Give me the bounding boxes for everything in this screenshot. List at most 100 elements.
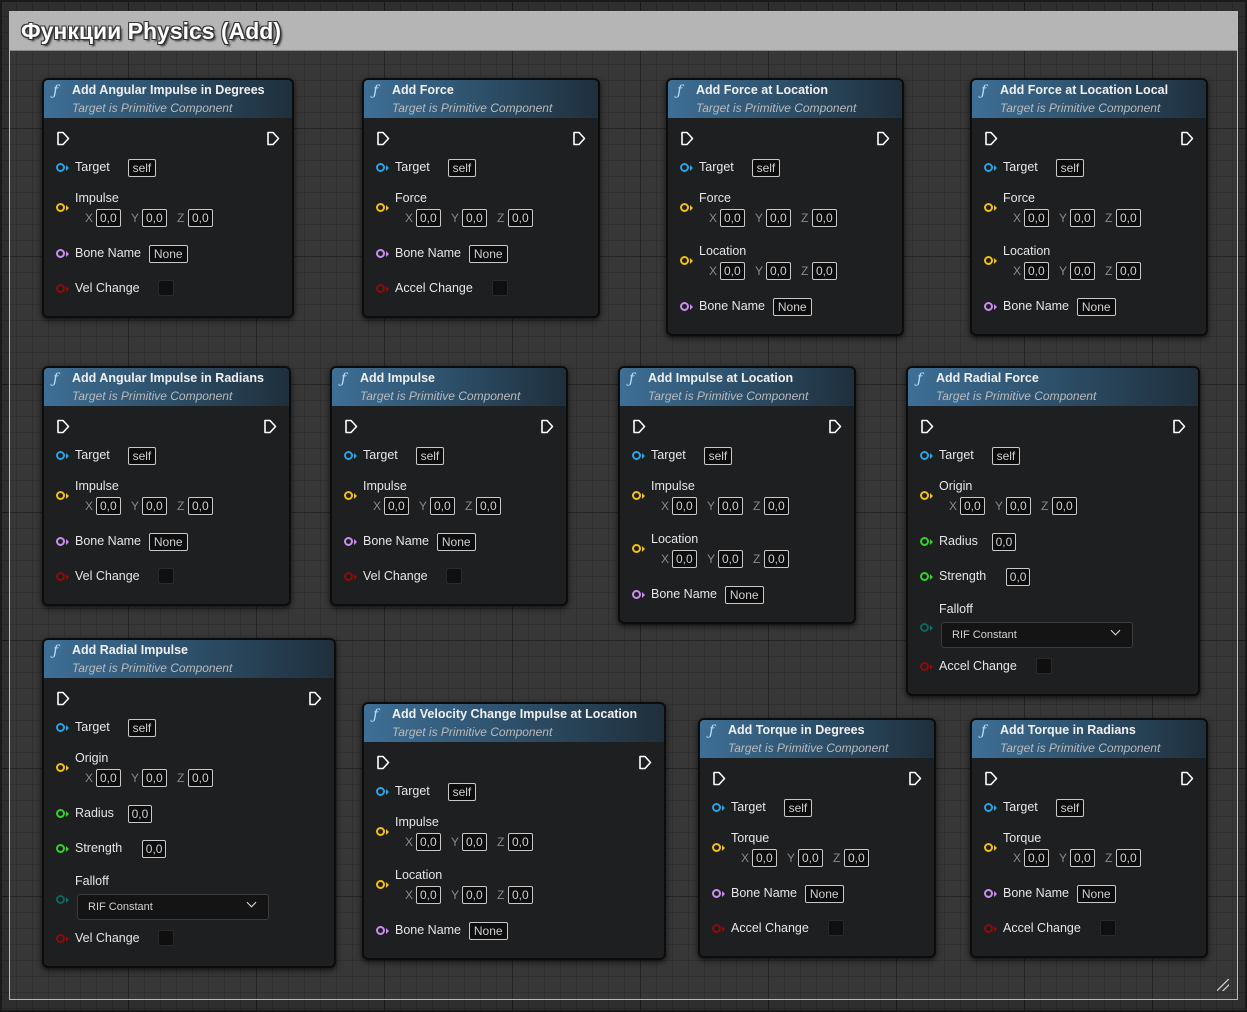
exec-in-pin[interactable]	[632, 419, 646, 434]
resize-grip-icon[interactable]	[1217, 979, 1229, 991]
exec-in-pin[interactable]	[376, 755, 390, 770]
vector-x-field[interactable]: 0,0	[672, 550, 697, 568]
vector-pin-icon[interactable]	[632, 544, 641, 553]
target-field[interactable]: self	[703, 447, 733, 465]
function-node[interactable]: ƒ Add Radial Impulse Target is Primitive C…	[42, 638, 336, 968]
vector-y-field[interactable]: 0,0	[798, 849, 823, 867]
checkbox[interactable]	[1036, 658, 1053, 674]
name-pin-icon[interactable]	[984, 302, 993, 311]
float-field[interactable]: 0,0	[1005, 568, 1031, 586]
vector-pin-icon[interactable]	[56, 203, 65, 212]
vector-x-field[interactable]: 0,0	[384, 497, 409, 515]
vector-z-field[interactable]: 0,0	[764, 497, 789, 515]
vector-z-field[interactable]: 0,0	[188, 209, 213, 227]
target-field[interactable]: self	[447, 159, 477, 177]
vector-pin-icon[interactable]	[344, 491, 353, 500]
vector-z-field[interactable]: 0,0	[1052, 497, 1077, 515]
bone-name-field[interactable]: None	[468, 922, 508, 940]
bool-pin-icon[interactable]	[984, 924, 993, 933]
vector-y-field[interactable]: 0,0	[1006, 497, 1031, 515]
object-pin-icon[interactable]	[984, 163, 993, 172]
vector-z-field[interactable]: 0,0	[508, 886, 533, 904]
node-header[interactable]: ƒ Add Force at Location Local Target is Pr…	[972, 80, 1206, 118]
node-header[interactable]: ƒ Add Angular Impulse in Radians Target is…	[44, 368, 289, 406]
vector-z-field[interactable]: 0,0	[508, 833, 533, 851]
exec-in-pin[interactable]	[920, 419, 934, 434]
vector-pin-icon[interactable]	[376, 827, 385, 836]
object-pin-icon[interactable]	[712, 803, 721, 812]
object-pin-icon[interactable]	[376, 163, 385, 172]
vector-z-field[interactable]: 0,0	[188, 769, 213, 787]
vector-x-field[interactable]: 0,0	[416, 886, 441, 904]
bone-name-field[interactable]: None	[148, 245, 188, 263]
bone-name-field[interactable]: None	[436, 533, 476, 551]
bool-pin-icon[interactable]	[920, 662, 929, 671]
vector-y-field[interactable]: 0,0	[462, 833, 487, 851]
float-field[interactable]: 0,0	[991, 533, 1017, 551]
bool-pin-icon[interactable]	[376, 284, 385, 293]
float-pin-icon[interactable]	[56, 809, 65, 818]
function-node[interactable]: ƒ Add Angular Impulse in Degrees Target is…	[42, 78, 294, 318]
exec-in-pin[interactable]	[712, 771, 726, 786]
name-pin-icon[interactable]	[376, 249, 385, 258]
exec-in-pin[interactable]	[680, 131, 694, 146]
vector-y-field[interactable]: 0,0	[142, 769, 167, 787]
vector-z-field[interactable]: 0,0	[812, 262, 837, 280]
vector-pin-icon[interactable]	[712, 843, 721, 852]
vector-x-field[interactable]: 0,0	[720, 262, 745, 280]
function-node[interactable]: ƒ Add Force at Location Target is Primitiv…	[666, 78, 904, 336]
exec-out-pin[interactable]	[908, 771, 922, 786]
bone-name-field[interactable]: None	[724, 586, 764, 604]
bone-name-field[interactable]: None	[1076, 298, 1116, 316]
vector-x-field[interactable]: 0,0	[416, 209, 441, 227]
name-pin-icon[interactable]	[632, 590, 641, 599]
vector-x-field[interactable]: 0,0	[672, 497, 697, 515]
vector-pin-icon[interactable]	[984, 843, 993, 852]
vector-y-field[interactable]: 0,0	[430, 497, 455, 515]
exec-in-pin[interactable]	[344, 419, 358, 434]
vector-y-field[interactable]: 0,0	[766, 209, 791, 227]
float-field[interactable]: 0,0	[141, 840, 167, 858]
vector-y-field[interactable]: 0,0	[142, 209, 167, 227]
node-header[interactable]: ƒ Add Torque in Radians Target is Primitiv…	[972, 720, 1206, 758]
target-field[interactable]: self	[127, 447, 157, 465]
object-pin-icon[interactable]	[376, 787, 385, 796]
vector-y-field[interactable]: 0,0	[462, 209, 487, 227]
vector-pin-icon[interactable]	[376, 203, 385, 212]
bone-name-field[interactable]: None	[804, 885, 844, 903]
bool-pin-icon[interactable]	[56, 572, 65, 581]
checkbox[interactable]	[158, 568, 174, 584]
name-pin-icon[interactable]	[344, 537, 353, 546]
bool-pin-icon[interactable]	[344, 572, 353, 581]
vector-x-field[interactable]: 0,0	[1024, 849, 1049, 867]
name-pin-icon[interactable]	[56, 249, 65, 258]
vector-pin-icon[interactable]	[56, 491, 65, 500]
object-pin-icon[interactable]	[56, 163, 65, 172]
target-field[interactable]: self	[1055, 159, 1085, 177]
vector-x-field[interactable]: 0,0	[960, 497, 985, 515]
function-node[interactable]: ƒ Add Impulse at Location Target is Primit…	[618, 366, 856, 624]
object-pin-icon[interactable]	[920, 451, 929, 460]
vector-y-field[interactable]: 0,0	[142, 497, 167, 515]
exec-out-pin[interactable]	[828, 419, 842, 434]
exec-in-pin[interactable]	[56, 419, 70, 434]
bool-pin-icon[interactable]	[56, 934, 65, 943]
vector-z-field[interactable]: 0,0	[844, 849, 869, 867]
vector-pin-icon[interactable]	[376, 880, 385, 889]
bone-name-field[interactable]: None	[1076, 885, 1116, 903]
vector-z-field[interactable]: 0,0	[188, 497, 213, 515]
vector-z-field[interactable]: 0,0	[1116, 849, 1141, 867]
function-node[interactable]: ƒ Add Impulse Target is Primitive Componen…	[330, 366, 568, 606]
exec-out-pin[interactable]	[1180, 131, 1194, 146]
exec-out-pin[interactable]	[540, 419, 554, 434]
vector-pin-icon[interactable]	[632, 491, 641, 500]
exec-out-pin[interactable]	[638, 755, 652, 770]
function-node[interactable]: ƒ Add Velocity Change Impulse at Location…	[362, 702, 666, 960]
checkbox[interactable]	[446, 568, 462, 584]
bone-name-field[interactable]: None	[772, 298, 812, 316]
checkbox[interactable]	[1100, 920, 1117, 936]
vector-pin-icon[interactable]	[984, 256, 993, 265]
vector-z-field[interactable]: 0,0	[1116, 262, 1141, 280]
bool-pin-icon[interactable]	[56, 284, 65, 293]
target-field[interactable]: self	[127, 719, 157, 737]
